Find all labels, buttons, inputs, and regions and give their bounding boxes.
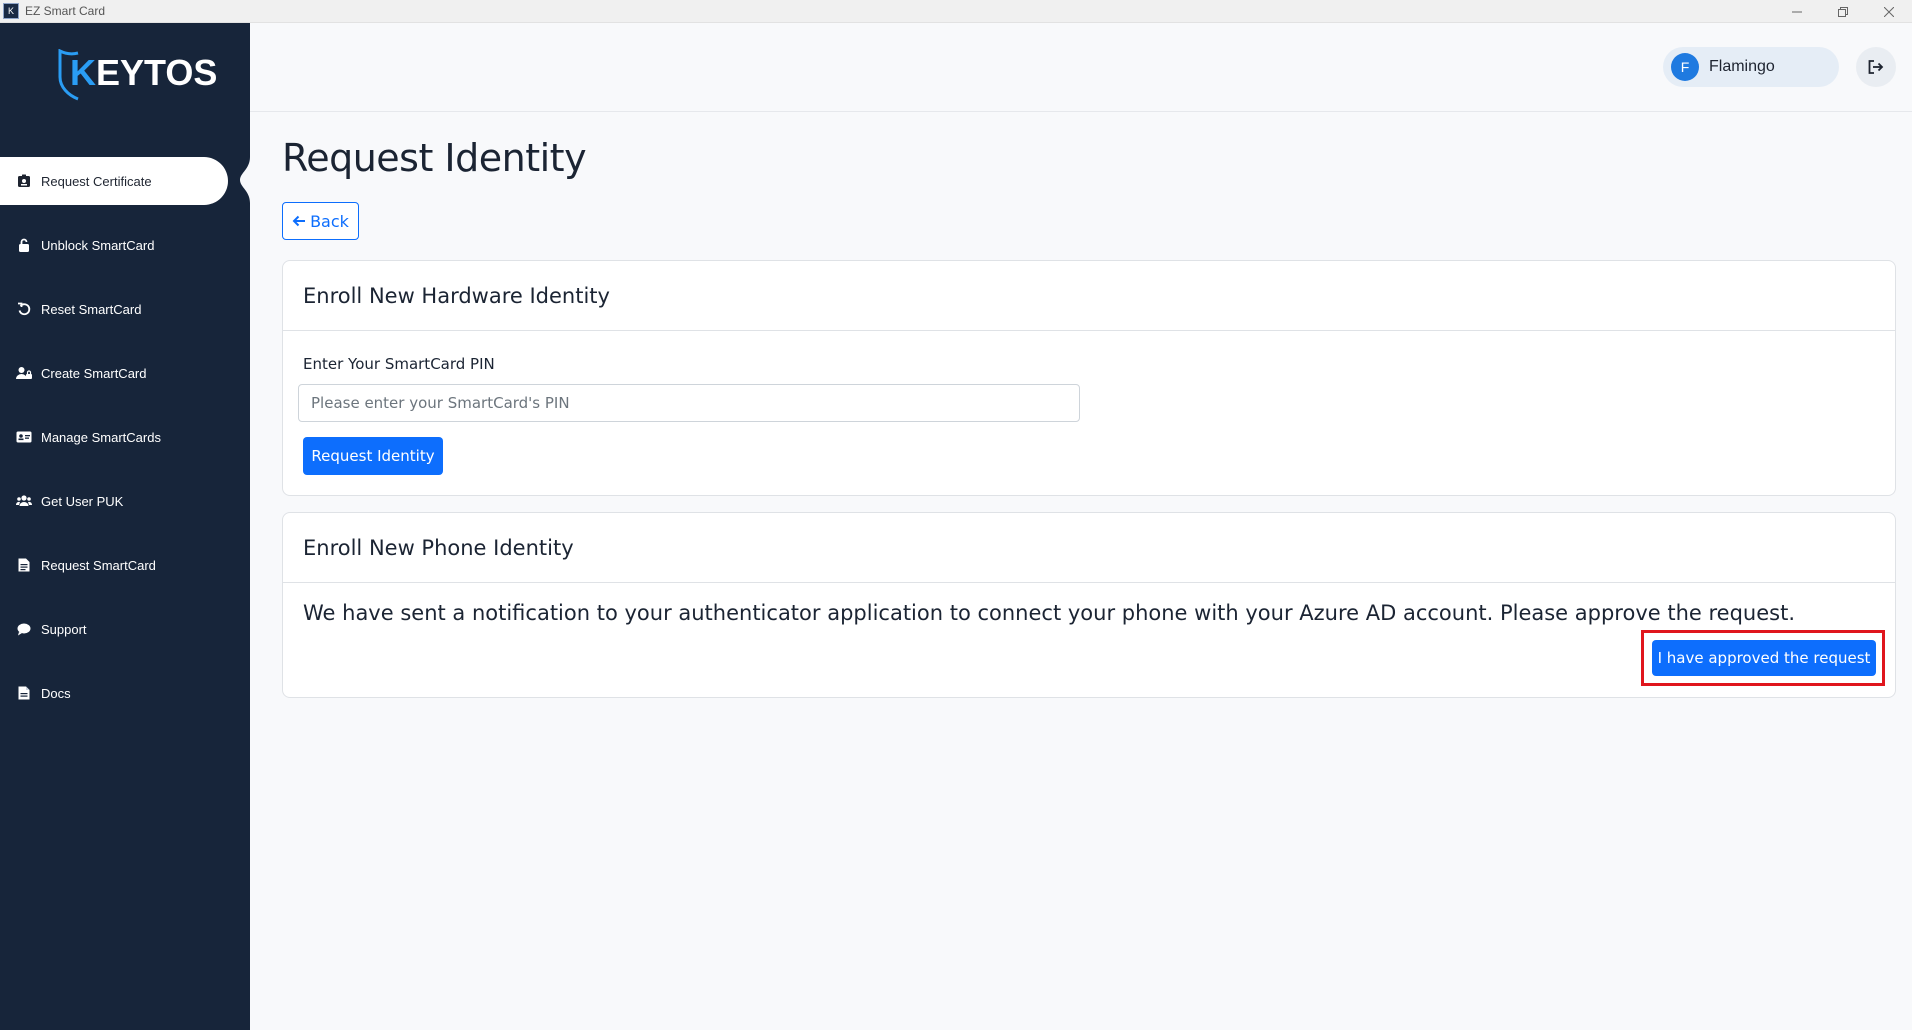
sidebar-item-manage-smartcards[interactable]: Manage SmartCards: [0, 413, 250, 461]
id-badge-icon: [16, 173, 32, 189]
arrow-left-icon: [292, 215, 306, 227]
top-header: F Flamingo: [250, 23, 1912, 112]
user-menu[interactable]: F Flamingo: [1663, 47, 1839, 87]
request-identity-button[interactable]: Request Identity: [303, 437, 443, 475]
app-icon: K: [3, 3, 19, 19]
pin-input[interactable]: [298, 384, 1080, 422]
undo-icon: [16, 301, 32, 317]
sidebar-item-get-user-puk[interactable]: Get User PUK: [0, 477, 250, 525]
sidebar-item-label: Get User PUK: [41, 493, 124, 509]
highlight-box: I have approved the request: [1641, 630, 1885, 686]
approved-request-button[interactable]: I have approved the request: [1652, 640, 1876, 676]
card-title: Enroll New Phone Identity: [283, 513, 1895, 583]
sidebar-item-request-smartcard[interactable]: Request SmartCard: [0, 541, 250, 589]
sidebar-item-label: Create SmartCard: [41, 365, 147, 381]
sign-out-icon: [1868, 60, 1884, 74]
window-controls: [1774, 0, 1912, 23]
back-button[interactable]: Back: [282, 202, 359, 240]
window-title: EZ Smart Card: [25, 4, 106, 18]
close-icon[interactable]: [1866, 0, 1912, 23]
comment-icon: [16, 621, 32, 637]
sidebar-item-label: Request Certificate: [41, 173, 152, 189]
avatar: F: [1671, 53, 1699, 81]
pin-label: Enter Your SmartCard PIN: [303, 355, 495, 373]
document-icon: [16, 685, 32, 701]
page-title: Request Identity: [282, 136, 587, 180]
sidebar-item-reset-smartcard[interactable]: Reset SmartCard: [0, 285, 250, 333]
user-lock-icon: [16, 365, 32, 381]
logo-wordmark: KEYTOS: [70, 52, 218, 93]
users-icon: [16, 493, 32, 509]
sidebar-item-request-certificate[interactable]: Request Certificate: [0, 157, 228, 205]
card-title: Enroll New Hardware Identity: [283, 261, 1895, 331]
restore-icon[interactable]: [1820, 0, 1866, 23]
sidebar-nav: Request Certificate Unblock SmartCard Re…: [0, 157, 250, 733]
user-name: Flamingo: [1709, 58, 1775, 75]
sidebar-item-label: Support: [41, 621, 87, 637]
sidebar-item-label: Unblock SmartCard: [41, 237, 155, 253]
window-titlebar: K EZ Smart Card: [0, 0, 1912, 23]
id-card-icon: [16, 429, 32, 445]
sidebar-item-label: Docs: [41, 685, 71, 701]
keytos-logo: KEYTOS: [58, 49, 217, 101]
active-nav-notch: [240, 157, 260, 203]
sidebar-item-docs[interactable]: Docs: [0, 669, 250, 717]
unlock-icon: [16, 237, 32, 253]
back-button-label: Back: [310, 211, 349, 231]
sidebar-item-unblock-smartcard[interactable]: Unblock SmartCard: [0, 221, 250, 269]
sidebar-item-create-smartcard[interactable]: Create SmartCard: [0, 349, 250, 397]
sidebar-item-label: Reset SmartCard: [41, 301, 142, 317]
phone-identity-card: Enroll New Phone Identity We have sent a…: [282, 512, 1896, 698]
logout-button[interactable]: [1856, 47, 1896, 87]
sidebar-item-label: Request SmartCard: [41, 557, 156, 573]
sidebar: KEYTOS Request Certificate Unblock Smart…: [0, 23, 250, 1030]
hardware-identity-card: Enroll New Hardware Identity Enter Your …: [282, 260, 1896, 496]
notification-message: We have sent a notification to your auth…: [303, 601, 1795, 625]
sidebar-item-label: Manage SmartCards: [41, 429, 161, 445]
sidebar-item-support[interactable]: Support: [0, 605, 250, 653]
minimize-icon[interactable]: [1774, 0, 1820, 23]
file-icon: [16, 557, 32, 573]
